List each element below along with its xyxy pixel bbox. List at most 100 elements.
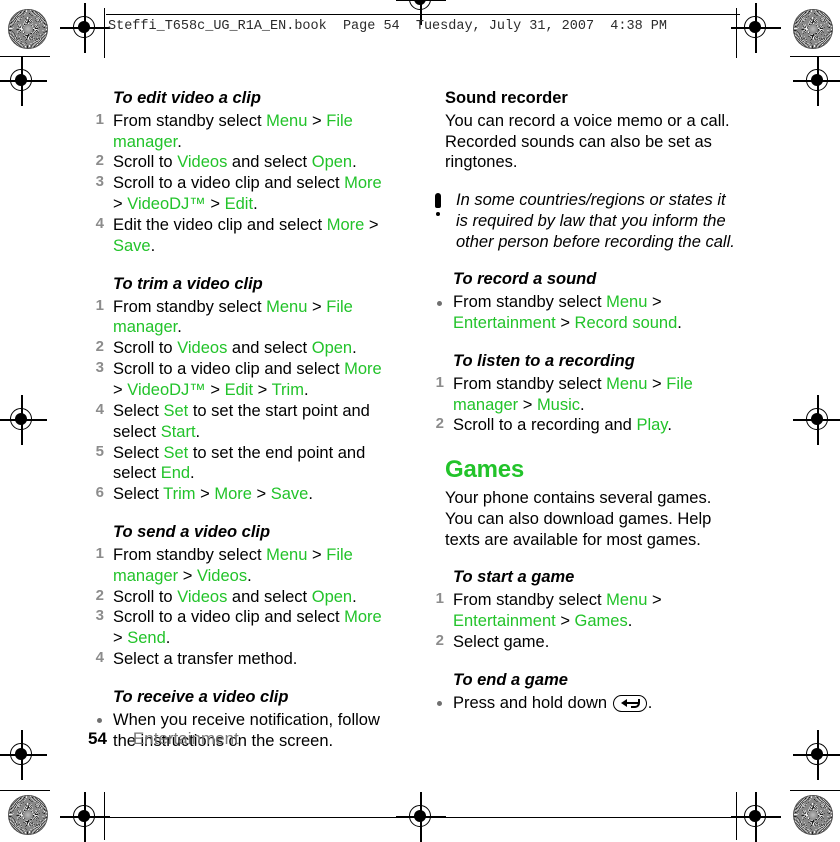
ui-term: Send — [127, 629, 166, 648]
ui-term: More — [344, 608, 382, 627]
crosshair-registration-mark-right-lower — [793, 730, 840, 780]
procedure-heading: To listen to a recording — [453, 351, 635, 370]
crosshair-registration-mark-top-right — [731, 3, 781, 53]
crosshair-registration-mark-right-middle — [793, 395, 840, 445]
step-text: and select — [227, 339, 312, 358]
step-text: From standby select — [453, 374, 607, 393]
list-item: 4 Select Set to set the start point and s… — [88, 401, 388, 443]
step-text: > — [195, 485, 215, 504]
trim-rule-top — [106, 14, 740, 16]
ui-term: Save — [113, 236, 151, 255]
list-item: 3 Scroll to a video clip and select More … — [88, 607, 388, 649]
procedure-heading: To receive a video clip — [113, 688, 289, 707]
crosshair-registration-mark-top-center — [396, 0, 446, 25]
step-text: . — [253, 195, 258, 214]
ui-term: More — [344, 360, 382, 379]
starburst-registration-mark-top-left — [8, 9, 48, 49]
warning-note-text: In some countries/regions or states it i… — [456, 191, 735, 251]
list-item: 3 Scroll to a video clip and select More … — [88, 359, 388, 401]
step-text: Scroll to a video clip and select — [113, 608, 345, 627]
ui-term: Edit — [224, 380, 254, 399]
ui-term: Menu — [266, 297, 308, 316]
ui-term: Trim — [163, 485, 196, 504]
list-item: 1 From standby select Menu > File manager… — [88, 297, 388, 339]
trim-rule-right-upper — [790, 56, 840, 58]
step-text: From standby select — [453, 293, 607, 312]
list-item: 2 Select game. — [428, 632, 738, 653]
step-text: . — [247, 566, 252, 585]
procedure-heading: To end a game — [453, 670, 568, 689]
list-item: 4 Select a transfer method. — [88, 649, 388, 670]
step-text: Scroll to — [113, 339, 178, 358]
step-text: Scroll to — [113, 587, 178, 606]
list-item: 6 Select Trim > More > Save. — [88, 484, 388, 505]
bullet-icon — [437, 300, 442, 306]
step-text: > — [205, 195, 225, 214]
step-text: > — [113, 629, 128, 648]
step-text: From standby select — [113, 297, 267, 316]
trim-rule-left-lower — [0, 790, 50, 792]
trim-rule-bottom — [106, 816, 396, 818]
step-text: > — [253, 380, 272, 399]
ui-term: End — [160, 464, 191, 483]
crosshair-registration-mark-left-upper — [0, 56, 47, 106]
bulleted-step-list: From standby select Menu > Entertainment… — [428, 292, 738, 334]
ui-term: Videos — [177, 153, 228, 172]
step-number: 1 — [95, 296, 104, 314]
step-text: > — [647, 591, 662, 610]
procedure-heading: To start a game — [453, 568, 575, 587]
step-text: . — [303, 380, 309, 399]
ui-term: Open — [311, 587, 353, 606]
step-text: > — [555, 314, 575, 333]
procedure-section: To trim a video clip 1 From standby select… — [88, 274, 388, 505]
procedure-section: To listen to a recording 1 From standby se… — [428, 351, 738, 436]
list-item: 1 From standby select Menu > Entertainmen… — [428, 590, 738, 632]
bullet-icon — [97, 718, 102, 724]
bullet-icon — [437, 701, 442, 707]
step-number: 3 — [95, 359, 104, 377]
trim-rule-bottom-right — [446, 816, 736, 818]
step-text: > — [647, 293, 662, 312]
numbered-step-list: 1 From standby select Menu > File manager… — [88, 111, 388, 257]
ui-term: Videos — [177, 587, 228, 606]
list-item: 1 From standby select Menu > File manager… — [88, 111, 388, 153]
step-text: Select — [113, 401, 164, 420]
ui-term: More — [344, 174, 382, 193]
crosshair-registration-mark-right-upper — [793, 56, 840, 106]
step-number: 2 — [95, 338, 104, 356]
step-text: From standby select — [113, 545, 267, 564]
ui-term: Menu — [606, 374, 648, 393]
numbered-step-list: 1 From standby select Menu > File manager… — [88, 297, 388, 506]
ui-term: Open — [311, 153, 353, 172]
step-text: > — [647, 374, 667, 393]
step-text: Select a transfer method. — [113, 650, 298, 669]
ui-term: VideoDJ™ — [127, 380, 206, 399]
step-text: > — [205, 380, 225, 399]
step-number: 3 — [95, 607, 104, 625]
exclamation-icon — [434, 193, 442, 218]
step-text: Select game. — [453, 632, 550, 651]
ui-term: Videos — [196, 566, 248, 585]
ui-term: Videos — [177, 339, 228, 358]
procedure-section: To end a game Press and hold down . — [428, 670, 738, 714]
list-item: 2 Scroll to Videos and select Open. — [88, 587, 388, 608]
document-page: Steffi_T658c_UG_R1A_EN.book Page 54 Tues… — [0, 0, 840, 842]
crosshair-registration-mark-left-lower — [0, 730, 47, 780]
back-key-icon — [612, 694, 647, 712]
ui-term: Edit — [224, 195, 254, 214]
step-text: > — [555, 612, 575, 631]
step-text: . — [177, 318, 182, 337]
step-number: 3 — [95, 173, 104, 191]
list-item: 1 From standby select Menu > File manager… — [428, 374, 738, 416]
starburst-registration-mark-bottom-right — [793, 795, 833, 835]
step-number: 4 — [95, 215, 104, 233]
ui-term: Trim — [271, 380, 304, 399]
footer-page-number: 54 — [88, 729, 107, 748]
step-number: 1 — [95, 110, 104, 128]
procedure-section: To send a video clip 1 From standby select… — [88, 522, 388, 670]
crosshair-registration-mark-top-left — [60, 3, 110, 53]
ui-term: Entertainment — [453, 314, 556, 333]
